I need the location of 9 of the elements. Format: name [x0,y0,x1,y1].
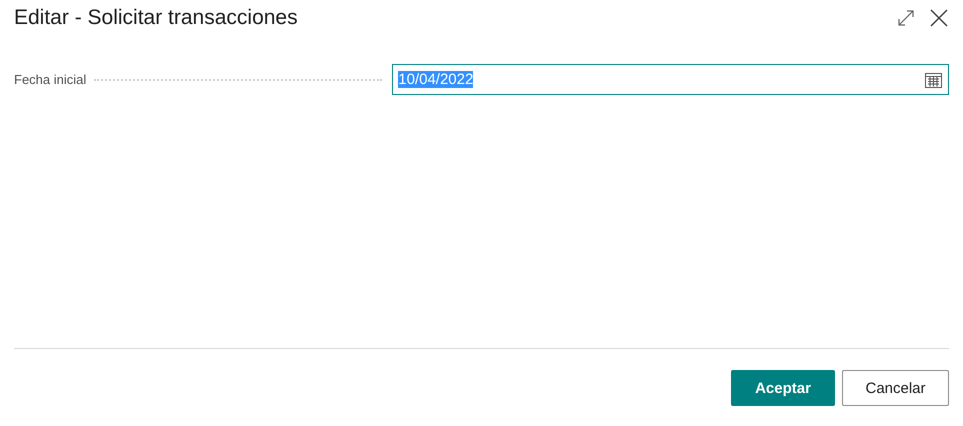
close-icon[interactable] [929,8,949,28]
date-field[interactable]: 10/04/2022 [392,64,949,95]
expand-icon[interactable] [897,9,915,27]
field-label: Fecha inicial [14,72,86,87]
accept-button[interactable]: Aceptar [731,370,835,406]
dialog-title: Editar - Solicitar transacciones [14,6,298,30]
cancel-button[interactable]: Cancelar [842,370,949,406]
calendar-icon[interactable] [925,72,942,88]
date-value: 10/04/2022 [398,71,474,88]
